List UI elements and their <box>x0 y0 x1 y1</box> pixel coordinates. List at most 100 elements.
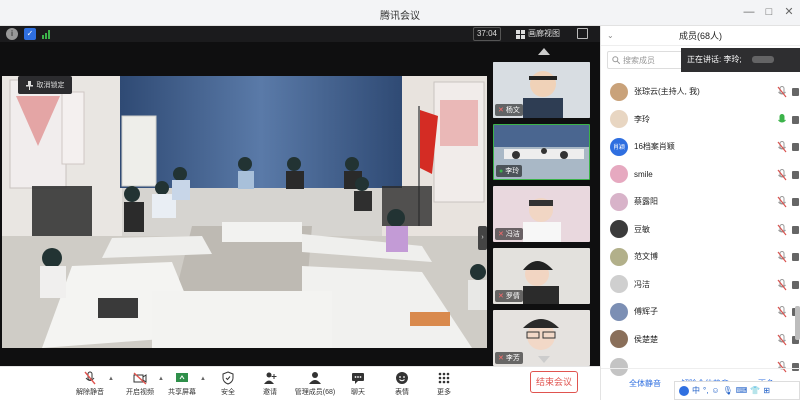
cancel-lock-label: 取消锁定 <box>36 82 65 89</box>
thumbnail-tile[interactable]: ● 李玲 <box>493 124 590 180</box>
camera-icon[interactable] <box>792 198 799 206</box>
thumbnail-name-tag: ✕ 杨文 <box>495 104 523 116</box>
mic-muted-icon[interactable] <box>777 223 787 236</box>
fullscreen-icon[interactable] <box>577 28 588 39</box>
thumbnail-tile[interactable]: ✕ 杨文 <box>493 62 590 118</box>
camera-icon[interactable] <box>792 280 799 289</box>
mic-muted-icon[interactable] <box>777 333 787 346</box>
info-icon[interactable]: i <box>6 28 18 40</box>
share-screen-label: 共享屏幕 <box>168 389 196 396</box>
add-user-icon <box>264 372 277 384</box>
more-label: 更多 <box>437 389 451 396</box>
thumbnail-name: 杨文 <box>505 107 520 114</box>
mic-muted-icon[interactable] <box>777 141 787 153</box>
avatar <box>610 330 628 349</box>
member-row[interactable]: 肖颖 16档案肖颖 <box>601 133 800 161</box>
collapse-handle[interactable]: › <box>478 226 487 250</box>
mic-muted-icon: ✕ <box>498 355 504 362</box>
mic-muted-icon: ✕ <box>498 293 504 300</box>
caret-up-icon[interactable]: ▲ <box>108 376 114 382</box>
member-row[interactable]: 李玲 <box>601 106 800 134</box>
chevron-down-icon[interactable]: ⌄ <box>607 26 614 46</box>
avatar: 肖颖 <box>610 137 628 156</box>
ime-menu-icon: ⊞ <box>763 386 770 395</box>
blurred-name <box>751 56 774 64</box>
mic-active-icon: ● <box>499 167 504 175</box>
invite-button[interactable]: 邀请 <box>248 371 292 399</box>
mic-muted-icon[interactable] <box>777 196 787 208</box>
cancel-lock-button[interactable]: 取消锁定 <box>18 76 72 94</box>
member-row[interactable]: 张琮云(主持人, 我) <box>601 78 800 106</box>
ime-toolbar[interactable]: 中 °, ☺ 🎙 ⌨ 👕 ⊞ <box>674 381 800 400</box>
unmute-button[interactable]: 解除静音 ▲ <box>68 371 114 399</box>
member-name: 李玲 <box>634 114 650 124</box>
thumbnail-name: 罗倩 <box>505 293 520 300</box>
start-video-button[interactable]: 开启视频 ▲ <box>118 371 164 399</box>
mic-muted-icon[interactable] <box>777 251 787 263</box>
mute-all-button[interactable]: 全体静音 <box>623 375 667 393</box>
more-button[interactable]: 更多 <box>422 371 466 399</box>
meeting-status-bar: i ✓ 37:04 画廊视图 <box>0 26 600 42</box>
member-name: 侯楚楚 <box>634 334 658 344</box>
share-screen-button[interactable]: 共享屏幕 ▲ <box>160 371 206 399</box>
thumbnails-down-arrow-icon[interactable] <box>538 356 550 363</box>
member-row[interactable]: smile <box>601 161 800 189</box>
members-panel: ⌄ 成员(68人) 搜索成员 正在讲话: 李玲; 张琮云(主持人, 我) 李玲肖颖… <box>600 26 800 400</box>
camera-icon[interactable] <box>792 143 799 151</box>
member-row[interactable]: 冯洁 <box>601 271 800 299</box>
member-list: 张琮云(主持人, 我) 李玲肖颖 16档案肖颖 smile 蔡露阳豆敏 范文博 冯洁傅辉子侯… <box>601 78 800 378</box>
member-row[interactable]: 侯楚楚 <box>601 326 800 354</box>
security-label: 安全 <box>221 389 235 396</box>
chat-label: 聊天 <box>351 389 365 396</box>
member-row[interactable]: 蔡露阳 <box>601 188 800 216</box>
avatar <box>610 302 628 321</box>
member-row[interactable]: 范文博 <box>601 243 800 271</box>
invite-label: 邀请 <box>263 389 277 396</box>
member-row[interactable]: 豆敏 <box>601 216 800 244</box>
mic-muted-icon: ✕ <box>498 231 504 238</box>
chat-button[interactable]: 聊天 <box>336 371 380 399</box>
camera-icon[interactable] <box>792 225 799 234</box>
mic-muted-icon[interactable] <box>777 86 787 98</box>
member-row[interactable]: 傅辉子 <box>601 298 800 326</box>
title-bar: 腾讯会议 — □ ✕ <box>0 0 800 26</box>
member-search-input[interactable]: 搜索成员 <box>607 51 683 69</box>
thumbnail-tile[interactable]: ✕ 罗倩 <box>493 248 590 304</box>
search-icon <box>612 56 620 64</box>
camera-icon[interactable] <box>792 170 799 179</box>
member-name: smile <box>634 169 653 179</box>
camera-icon[interactable] <box>792 88 799 96</box>
manage-members-button[interactable]: 管理成员(68) <box>292 371 338 399</box>
thumbnail-tile[interactable]: ✕ 冯洁 <box>493 186 590 242</box>
reactions-button[interactable]: 表情 <box>380 371 424 399</box>
end-meeting-button[interactable]: 结束会议 <box>530 371 578 393</box>
mic-muted-icon[interactable] <box>777 278 787 291</box>
speaking-text: 正在讲话: 李玲; <box>687 55 742 64</box>
member-name: 张琮云(主持人, 我) <box>634 87 700 97</box>
member-name: 傅辉子 <box>634 307 658 317</box>
close-icon[interactable]: ✕ <box>782 5 796 19</box>
security-button[interactable]: 安全 <box>206 371 250 399</box>
ime-punctuation-icon: °, <box>703 386 709 395</box>
member-name: 16档案肖颖 <box>634 142 675 152</box>
grid-icon <box>516 29 525 39</box>
shield-icon <box>222 371 234 385</box>
minimize-icon[interactable]: — <box>742 5 756 19</box>
mic-muted-icon[interactable] <box>777 306 787 318</box>
manage-members-label: 管理成员(68) <box>294 389 336 396</box>
mic-muted-icon[interactable] <box>777 168 787 181</box>
more-icon <box>438 372 450 384</box>
camera-icon[interactable] <box>792 253 799 261</box>
mic-active-icon[interactable] <box>777 113 787 126</box>
ime-language: 中 <box>692 386 700 395</box>
ime-skin-icon: 👕 <box>750 386 761 395</box>
maximize-icon[interactable]: □ <box>762 5 776 19</box>
member-list-scrollbar[interactable] <box>795 306 800 340</box>
gallery-view-button[interactable]: 画廊视图 <box>516 27 560 41</box>
camera-icon[interactable] <box>792 115 799 124</box>
shield-icon[interactable]: ✓ <box>24 28 36 40</box>
member-name: 蔡露阳 <box>634 197 658 207</box>
share-screen-icon <box>176 373 188 382</box>
unmute-label: 解除静音 <box>76 389 104 396</box>
members-panel-header: ⌄ 成员(68人) <box>601 26 800 46</box>
